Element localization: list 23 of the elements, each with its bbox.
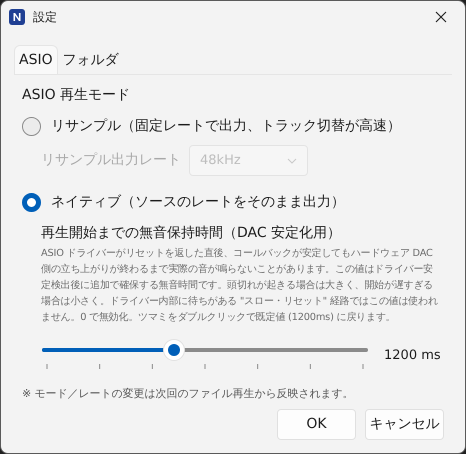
chevron-down-icon	[287, 158, 297, 164]
slider-thumb[interactable]	[163, 339, 186, 361]
setting-title: 再生開始までの無音保持時間（DAC 安定化用）	[41, 224, 342, 243]
radio-option[interactable]: リサンプル（固定レートで出力、トラック切替が高速）	[22, 116, 444, 137]
dialog-button[interactable]: OK	[277, 409, 356, 440]
window-title: 設定	[33, 9, 57, 26]
close-icon	[435, 11, 447, 23]
dropdown-value: 48kHz	[200, 152, 241, 170]
tab[interactable]: ASIO	[14, 45, 58, 74]
section-title: ASIO 再生モード	[22, 86, 132, 105]
radio-indicator[interactable]	[22, 193, 41, 212]
radio-label: ネイティブ（ソースのレートをそのまま出力）	[51, 193, 345, 212]
slider-track[interactable]	[42, 348, 368, 352]
radio-option[interactable]: ネイティブ（ソースのレートをそのまま出力）	[22, 192, 444, 213]
setting-description: ASIO ドライバーがリセットを返した直後、コールバックが安定してもハードウェア DAC 側の立ち上がりが終わるまで実際の音が鳴らないことがあります。この値はドライバー安定検出後に追加で確保する無音時間です。頭切れが起きる場合は大きく、開始が遅すぎる場合は小さく。ドライバー内部に待ちがある "スロー・リセット" 経路ではこの値は使われません。0 で無効化。ツマミをダブルクリックで既定値 (1200ms) に戻ります。	[41, 246, 439, 325]
app-icon	[9, 9, 25, 25]
dialog-button[interactable]: キャンセル	[365, 409, 444, 440]
radio-label: リサンプル（固定レートで出力、トラック切替が高速）	[51, 117, 401, 136]
slider-value: 1200 ms	[384, 347, 441, 366]
tab[interactable]: フォルダ	[58, 45, 124, 74]
radio-indicator[interactable]	[22, 117, 41, 136]
note-text: ※ モード／レートの変更は次回のファイル再生から反映されます。	[22, 386, 355, 402]
rate-label: リサンプル出力レート	[41, 151, 181, 170]
